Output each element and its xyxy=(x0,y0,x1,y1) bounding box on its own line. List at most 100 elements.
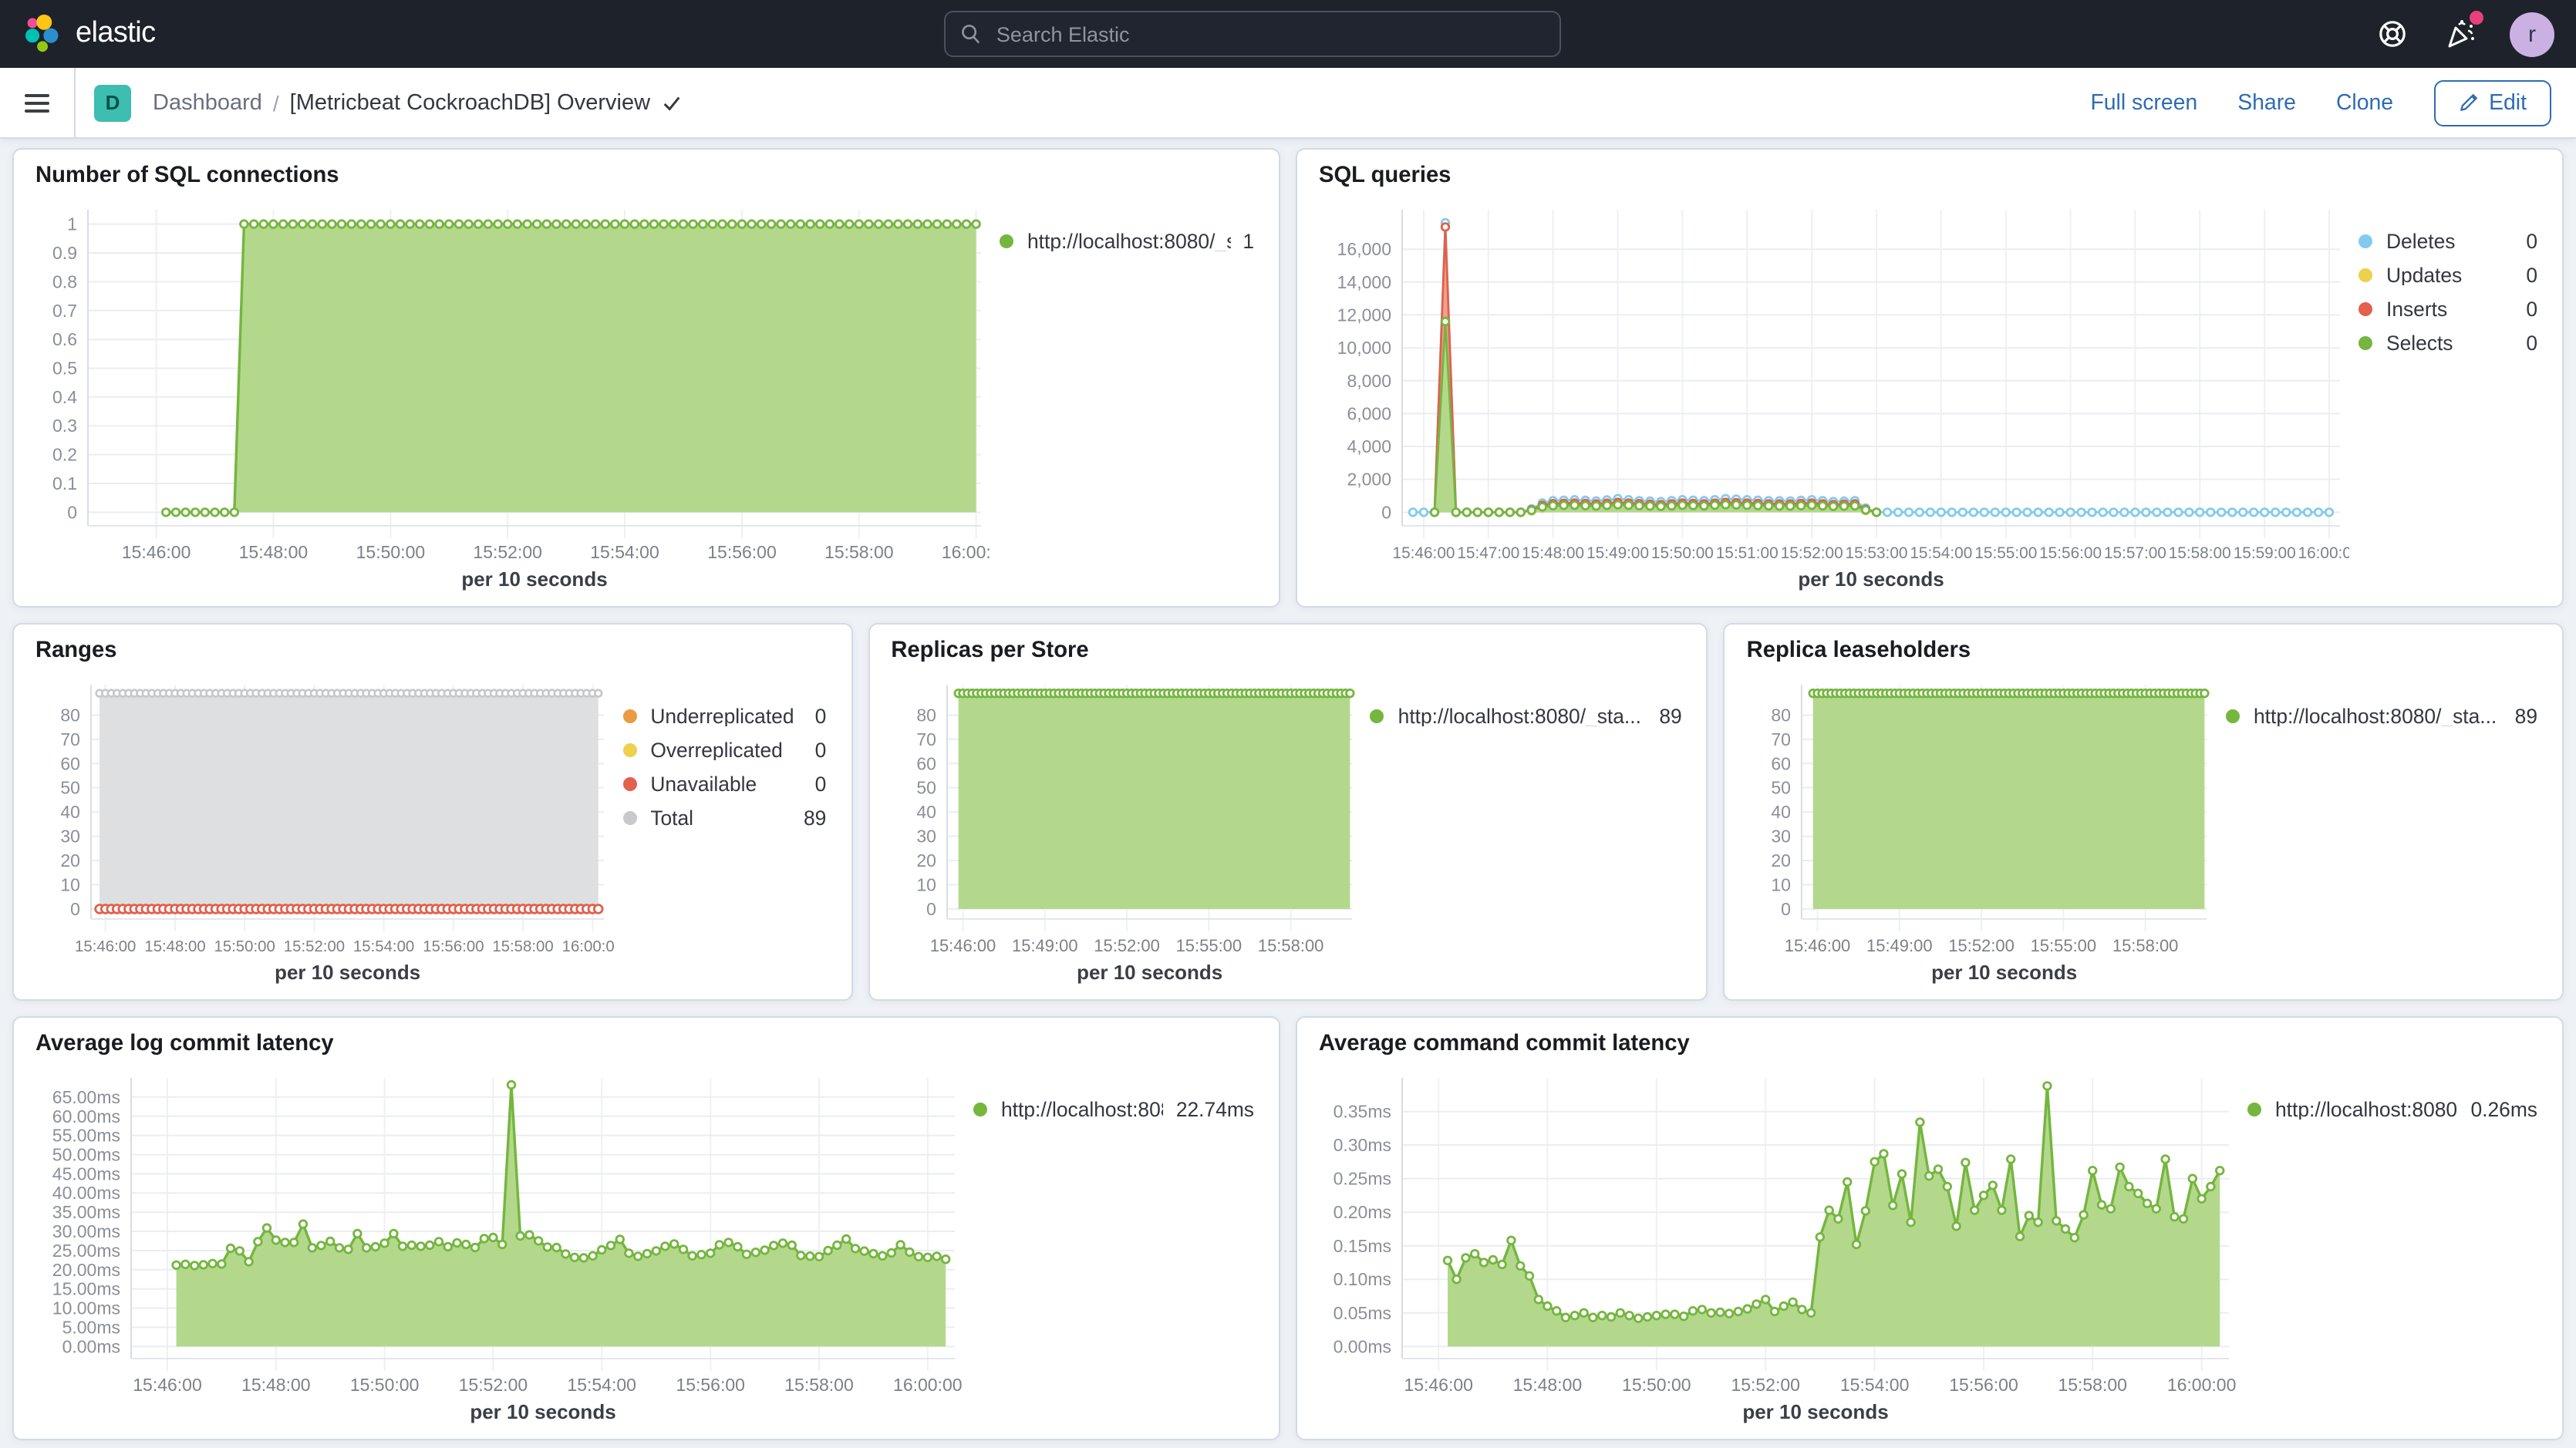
legend-label: Total xyxy=(650,808,791,828)
legend-item: Updates0 xyxy=(2359,265,2537,285)
menu-button[interactable] xyxy=(0,68,76,137)
chart-legend: http://localhost:808...22.74ms xyxy=(964,1059,1260,1429)
svg-text:80: 80 xyxy=(1772,705,1792,726)
command-commit-latency-chart: 0.00ms0.05ms0.10ms0.15ms0.20ms0.25ms0.30… xyxy=(1316,1059,2238,1429)
legend-item: http://localhost:808...22.74ms xyxy=(973,1099,1254,1120)
breadcrumb-separator: / xyxy=(262,90,290,115)
legend-item: Total89 xyxy=(622,808,826,828)
legend-item: Inserts0 xyxy=(2359,299,2537,319)
svg-text:15:51:00: 15:51:00 xyxy=(1716,544,1779,562)
svg-text:0.20ms: 0.20ms xyxy=(1334,1202,1391,1222)
kibana-dashboard: elastic xyxy=(0,0,2576,1448)
svg-text:30: 30 xyxy=(916,827,936,847)
legend-swatch xyxy=(973,1103,987,1116)
legend-value: 89 xyxy=(1659,706,1681,726)
space-badge[interactable]: D xyxy=(94,84,131,121)
panel-title: Average command commit latency xyxy=(1319,1032,2544,1056)
chart-legend: http://localhost:8080/_sta...89 xyxy=(2217,666,2544,990)
svg-text:55.00ms: 55.00ms xyxy=(52,1126,120,1146)
clone-link[interactable]: Clone xyxy=(2336,90,2393,115)
svg-text:15:56:00: 15:56:00 xyxy=(676,1375,745,1395)
legend-label: Selects xyxy=(2386,333,2514,353)
legend-label: http://localhost:8080/_sta... xyxy=(1398,706,1647,726)
svg-text:15:54:00: 15:54:00 xyxy=(590,542,659,562)
svg-text:70: 70 xyxy=(916,729,936,749)
svg-text:20: 20 xyxy=(916,850,936,870)
svg-text:15:49:00: 15:49:00 xyxy=(1586,544,1649,562)
svg-text:40: 40 xyxy=(1772,802,1792,822)
svg-text:15:50:00: 15:50:00 xyxy=(1651,544,1714,562)
legend-label: Unavailable xyxy=(650,774,802,794)
svg-text:0.2: 0.2 xyxy=(52,445,77,465)
svg-text:50: 50 xyxy=(916,778,936,798)
chart-legend: Underreplicated0 Overreplicated0 Unavailab… xyxy=(613,666,832,990)
svg-text:15:48:00: 15:48:00 xyxy=(1522,544,1584,562)
svg-text:80: 80 xyxy=(60,705,80,726)
legend-value: 1 xyxy=(1242,231,1254,251)
legend-swatch xyxy=(622,777,636,791)
edit-button[interactable]: Edit xyxy=(2433,79,2551,126)
svg-text:0.00ms: 0.00ms xyxy=(1334,1336,1391,1356)
svg-text:15:54:00: 15:54:00 xyxy=(567,1375,636,1395)
replicas-per-store-chart: 0102030405060708015:46:0015:49:0015:52:0… xyxy=(888,666,1360,990)
page-title[interactable]: [Metricbeat CockroachDB] Overview xyxy=(290,90,681,115)
ranges-chart: 0102030405060708015:46:0015:48:0015:50:0… xyxy=(32,666,613,990)
legend-label: Inserts xyxy=(2386,299,2514,319)
panel-title: Number of SQL connections xyxy=(35,163,1260,188)
svg-text:15:55:00: 15:55:00 xyxy=(1974,544,2037,562)
svg-text:15:50:00: 15:50:00 xyxy=(214,938,275,955)
share-link[interactable]: Share xyxy=(2237,90,2296,115)
svg-text:40.00ms: 40.00ms xyxy=(52,1183,120,1203)
legend-label: http://localhost:8080/_stat... xyxy=(1027,231,1230,251)
svg-text:20: 20 xyxy=(1772,850,1792,870)
svg-text:4,000: 4,000 xyxy=(1347,436,1391,456)
legend-swatch xyxy=(1000,234,1013,248)
svg-text:15:58:00: 15:58:00 xyxy=(2169,544,2231,562)
panel-ranges: Ranges 0102030405060708015:46:0015:48:00… xyxy=(12,623,852,1001)
svg-text:0.1: 0.1 xyxy=(52,473,77,493)
log-commit-latency-chart: 0.00ms5.00ms10.00ms15.00ms20.00ms25.00ms… xyxy=(32,1059,964,1429)
svg-text:15:56:00: 15:56:00 xyxy=(2039,544,2102,562)
svg-text:0.6: 0.6 xyxy=(52,329,77,349)
svg-text:15:48:00: 15:48:00 xyxy=(239,542,309,562)
svg-text:15:46:00: 15:46:00 xyxy=(122,542,191,562)
svg-text:15:46:00: 15:46:00 xyxy=(75,938,136,955)
elastic-logo[interactable]: elastic xyxy=(22,14,156,54)
user-avatar[interactable]: r xyxy=(2510,12,2554,56)
global-search[interactable] xyxy=(944,11,1561,57)
full-screen-link[interactable]: Full screen xyxy=(2090,90,2197,115)
legend-item: Underreplicated0 xyxy=(622,706,826,726)
svg-text:15:55:00: 15:55:00 xyxy=(1175,936,1242,955)
panel-sql-queries: SQL queries 02,0004,0006,0008,00010,0001… xyxy=(1296,148,2564,608)
svg-text:0.25ms: 0.25ms xyxy=(1334,1169,1391,1189)
svg-text:15:52:00: 15:52:00 xyxy=(1731,1375,1800,1395)
svg-text:12,000: 12,000 xyxy=(1337,305,1391,325)
svg-text:15:46:00: 15:46:00 xyxy=(133,1375,202,1395)
logo-wordmark: elastic xyxy=(76,17,156,51)
svg-text:0.30ms: 0.30ms xyxy=(1334,1135,1391,1155)
search-input[interactable] xyxy=(993,21,1544,47)
svg-text:per 10 seconds: per 10 seconds xyxy=(1932,961,2078,984)
svg-text:16:00:00: 16:00:00 xyxy=(942,542,990,562)
svg-text:0.8: 0.8 xyxy=(52,271,77,291)
panel-title: Replicas per Store xyxy=(891,638,1688,663)
svg-text:15:56:00: 15:56:00 xyxy=(1949,1375,2018,1395)
svg-text:0.05ms: 0.05ms xyxy=(1334,1303,1391,1323)
svg-text:15:48:00: 15:48:00 xyxy=(241,1375,311,1395)
svg-text:30.00ms: 30.00ms xyxy=(52,1221,120,1241)
svg-text:15:52:00: 15:52:00 xyxy=(284,938,345,955)
news-button[interactable] xyxy=(2442,15,2479,52)
svg-text:16:00:00: 16:00:00 xyxy=(2298,544,2349,562)
svg-text:15:56:00: 15:56:00 xyxy=(423,938,484,955)
svg-text:0: 0 xyxy=(67,502,77,522)
svg-text:10: 10 xyxy=(60,874,80,894)
notification-dot xyxy=(2470,11,2483,25)
chart-legend: http://localhost:8080/_stat... 1 xyxy=(990,191,1260,597)
help-button[interactable] xyxy=(2374,15,2411,52)
svg-text:10: 10 xyxy=(1772,874,1792,894)
panel-replicas-per-store: Replicas per Store 0102030405060708015:4… xyxy=(868,623,1708,1001)
breadcrumb-dashboard[interactable]: Dashboard xyxy=(153,90,262,115)
legend-item: Overreplicated0 xyxy=(622,740,826,760)
replica-leaseholders-chart: 0102030405060708015:46:0015:49:0015:52:0… xyxy=(1744,666,2217,990)
svg-text:60: 60 xyxy=(60,753,80,773)
